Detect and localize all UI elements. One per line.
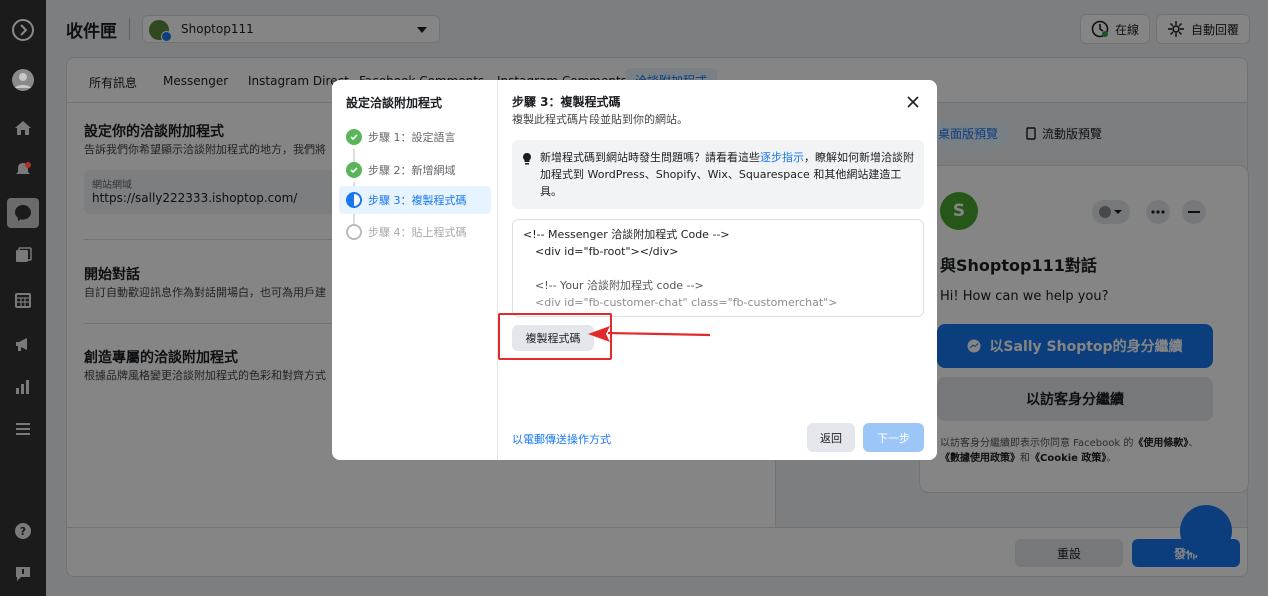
steps-title: 設定洽談附加程式 <box>346 96 443 110</box>
step-by-step-link[interactable]: 逐步指示 <box>760 151 804 164</box>
checkmark-icon <box>346 129 362 145</box>
ads-megaphone-icon[interactable] <box>11 332 35 356</box>
step-label: 步驟 2：新增網域 <box>368 164 456 177</box>
step-label: 步驟 3：複製程式碼 <box>368 194 467 207</box>
in-progress-icon <box>346 192 362 208</box>
posts-icon[interactable] <box>11 244 35 268</box>
left-nav: ? <box>0 0 46 596</box>
inbox-chat-icon[interactable] <box>7 198 39 228</box>
tip-text-before: 新增程式碼到網站時發生問題嗎？請看看這些 <box>540 151 760 164</box>
svg-text:?: ? <box>20 525 26 538</box>
step-2-add-domain[interactable]: 步驟 2：新增網域 <box>339 156 491 184</box>
dialog-title: 步驟 3：複製程式碼 <box>512 95 621 109</box>
next-button: 下一步 <box>863 423 924 452</box>
lightbulb-icon <box>523 153 531 165</box>
calendar-icon[interactable] <box>11 288 35 312</box>
close-icon[interactable] <box>905 94 921 110</box>
step-4-paste-code: 步驟 4：貼上程式碼 <box>339 218 491 246</box>
insights-chart-icon[interactable] <box>11 375 35 399</box>
code-line: <!-- Messenger 洽談附加程式 Code --> <box>523 228 730 241</box>
email-instructions-link[interactable]: 以電郵傳送操作方式 <box>512 431 611 447</box>
help-icon[interactable]: ? <box>11 519 35 543</box>
step-label: 步驟 1：設定語言 <box>368 131 456 144</box>
code-line: <div id="fb-root"></div> <box>535 245 679 258</box>
step-label: 步驟 4：貼上程式碼 <box>368 226 467 239</box>
pending-circle-icon <box>346 224 362 240</box>
step-3-copy-code[interactable]: 步驟 3：複製程式碼 <box>339 186 491 214</box>
checkmark-icon <box>346 162 362 178</box>
code-snippet-box[interactable]: <!-- Messenger 洽談附加程式 Code --> <div id="… <box>512 219 924 317</box>
code-line: <div id="fb-customer-chat" class="fb-cus… <box>535 296 838 309</box>
code-line: <!-- Your 洽談附加程式 code --> <box>535 279 704 292</box>
feedback-icon[interactable] <box>11 562 35 586</box>
help-tip: 新增程式碼到網站時發生問題嗎？請看看這些逐步指示，瞭解如何新增洽談附加程式到 W… <box>512 140 924 209</box>
meta-business-logo-icon[interactable] <box>11 18 35 42</box>
profile-avatar-icon[interactable] <box>11 68 35 92</box>
step-1-set-language[interactable]: 步驟 1：設定語言 <box>339 123 491 151</box>
notifications-icon[interactable] <box>11 158 35 182</box>
help-tip-text: 新增程式碼到網站時發生問題嗎？請看看這些逐步指示，瞭解如何新增洽談附加程式到 W… <box>540 149 918 200</box>
dialog-subtitle: 複製此程式碼片段並貼到你的網站。 <box>512 113 688 126</box>
copy-code-button[interactable]: 複製程式碼 <box>512 325 594 351</box>
home-icon[interactable] <box>11 116 35 140</box>
setup-steps-sidebar: 設定洽談附加程式 步驟 1：設定語言 步驟 2：新增網域 步驟 3：複製程式碼 … <box>332 80 497 460</box>
menu-hamburger-icon[interactable] <box>11 417 35 441</box>
back-button[interactable]: 返回 <box>807 423 855 452</box>
annotation-arrow-icon <box>588 326 711 342</box>
copy-code-dialog: 步驟 3：複製程式碼 複製此程式碼片段並貼到你的網站。 新增程式碼到網站時發生問… <box>497 80 937 460</box>
